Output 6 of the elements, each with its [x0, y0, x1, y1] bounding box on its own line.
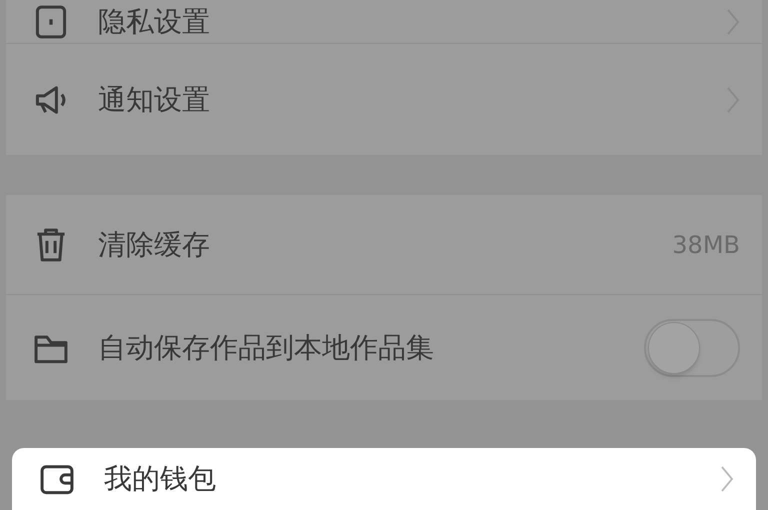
chevron-right-icon[interactable] [720, 465, 734, 493]
setting-label: 通知设置 [98, 82, 210, 118]
setting-label: 隐私设置 [98, 4, 210, 40]
setting-label: 我的钱包 [104, 461, 216, 497]
setting-label: 自动保存作品到本地作品集 [98, 330, 434, 366]
setting-label: 清除缓存 [98, 226, 210, 262]
